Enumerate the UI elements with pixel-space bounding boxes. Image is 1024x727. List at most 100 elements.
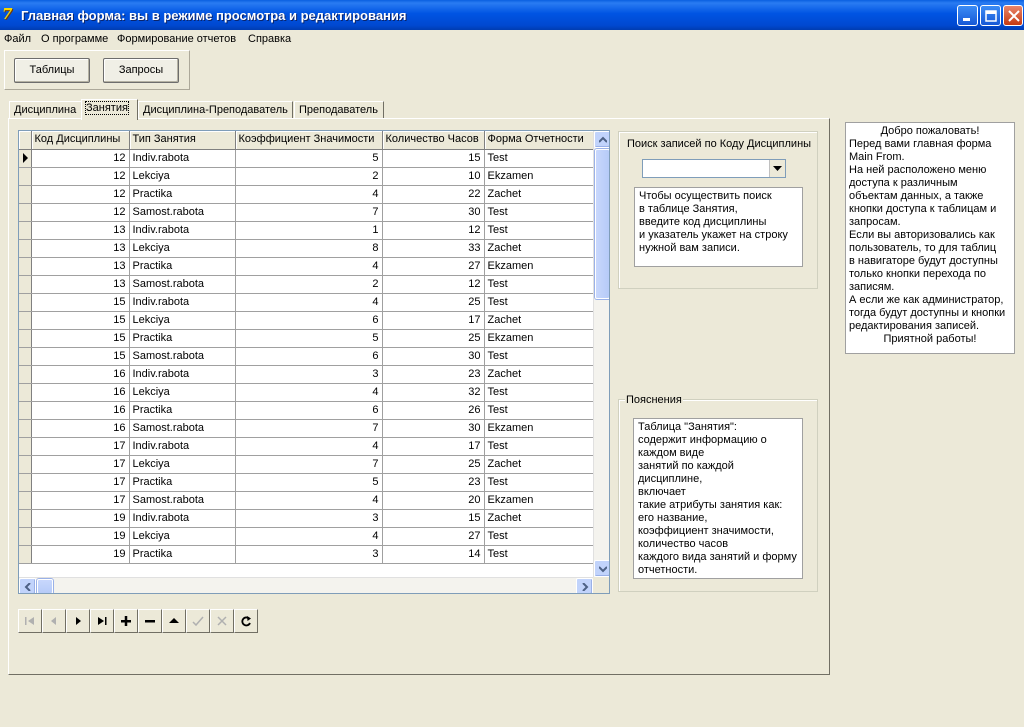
menu-file[interactable]: Файл <box>4 33 31 45</box>
grid-cell[interactable]: 6 <box>235 347 383 366</box>
grid-cell[interactable]: 6 <box>235 401 383 420</box>
row-indicator[interactable] <box>19 491 32 510</box>
grid-cell[interactable]: 17 <box>31 473 130 492</box>
row-indicator[interactable] <box>19 311 32 330</box>
grid-horizontal-scrollbar[interactable] <box>19 577 593 593</box>
grid-cell[interactable]: 15 <box>31 293 130 312</box>
column-header[interactable]: Тип Занятия <box>129 131 236 150</box>
grid-cell[interactable]: 17 <box>31 437 130 456</box>
column-header[interactable]: Форма Отчетности <box>484 131 594 150</box>
grid-cell[interactable]: 12 <box>31 149 130 168</box>
grid-cell[interactable]: Practika <box>129 473 236 492</box>
combo-dropdown-button[interactable] <box>769 160 785 177</box>
row-indicator[interactable] <box>19 329 32 348</box>
grid-cell[interactable]: 19 <box>31 509 130 528</box>
grid-cell[interactable]: 23 <box>382 365 485 384</box>
grid-cell[interactable]: 5 <box>235 149 383 168</box>
grid-cell[interactable]: Samost.rabota <box>129 347 236 366</box>
grid-cell[interactable]: 4 <box>235 437 383 456</box>
grid-cell[interactable]: Zachet <box>484 239 594 258</box>
grid-cell[interactable]: 16 <box>31 383 130 402</box>
search-hint-memo[interactable]: Чтобы осуществить поиск в таблице Заняти… <box>634 187 803 267</box>
table-row[interactable]: 17 Indiv.rabota 4 17 Test <box>19 437 594 456</box>
nav-insert-button[interactable] <box>114 609 138 633</box>
grid-cell[interactable]: Samost.rabota <box>129 275 236 294</box>
table-row[interactable]: 15 Indiv.rabota 4 25 Test <box>19 293 594 312</box>
grid-cell[interactable]: 17 <box>382 311 485 330</box>
grid-cell[interactable]: Practika <box>129 257 236 276</box>
grid-cell[interactable]: 17 <box>31 455 130 474</box>
grid-cell[interactable]: 20 <box>382 491 485 510</box>
table-row[interactable]: 13 Indiv.rabota 1 12 Test <box>19 221 594 240</box>
menu-reports[interactable]: Формирование отчетов <box>117 33 236 45</box>
grid-cell[interactable]: Indiv.rabota <box>129 293 236 312</box>
grid-cell[interactable]: 27 <box>382 257 485 276</box>
table-row[interactable]: 13 Practika 4 27 Ekzamen <box>19 257 594 276</box>
grid-cell[interactable]: Indiv.rabota <box>129 149 236 168</box>
grid-cell[interactable]: 6 <box>235 311 383 330</box>
grid-cell[interactable]: 4 <box>235 491 383 510</box>
grid-cell[interactable]: 13 <box>31 257 130 276</box>
grid-cell[interactable]: 19 <box>31 527 130 546</box>
row-indicator[interactable] <box>19 419 32 438</box>
grid-cell[interactable]: 16 <box>31 401 130 420</box>
nav-delete-button[interactable] <box>138 609 162 633</box>
scroll-up-button[interactable] <box>594 131 609 148</box>
table-row[interactable]: 16 Practika 6 26 Test <box>19 401 594 420</box>
close-button[interactable] <box>1003 5 1023 26</box>
grid-cell[interactable]: Test <box>484 401 594 420</box>
grid-cell[interactable]: Samost.rabota <box>129 491 236 510</box>
table-row[interactable]: 15 Practika 5 25 Ekzamen <box>19 329 594 348</box>
grid-cell[interactable]: Lekciya <box>129 311 236 330</box>
table-row[interactable]: 17 Samost.rabota 4 20 Ekzamen <box>19 491 594 510</box>
grid-cell[interactable]: 25 <box>382 293 485 312</box>
grid-cell[interactable]: 4 <box>235 293 383 312</box>
grid-cell[interactable]: 30 <box>382 203 485 222</box>
grid-cell[interactable]: Ekzamen <box>484 167 594 186</box>
tab-classes[interactable]: Занятия <box>81 99 138 120</box>
row-indicator[interactable] <box>19 185 32 204</box>
row-indicator[interactable] <box>19 473 32 492</box>
grid-cell[interactable]: 12 <box>31 185 130 204</box>
scroll-right-button[interactable] <box>576 578 593 593</box>
grid-cell[interactable]: Indiv.rabota <box>129 509 236 528</box>
grid-cell[interactable]: Zachet <box>484 455 594 474</box>
grid-cell[interactable]: Test <box>484 527 594 546</box>
grid-cell[interactable]: Practika <box>129 329 236 348</box>
grid-cell[interactable]: 4 <box>235 383 383 402</box>
grid-cell[interactable]: 4 <box>235 257 383 276</box>
table-row[interactable]: 15 Lekciya 6 17 Zachet <box>19 311 594 330</box>
grid-cell[interactable]: 16 <box>31 365 130 384</box>
grid-cell[interactable]: Ekzamen <box>484 419 594 438</box>
queries-button[interactable]: Запросы <box>103 58 179 83</box>
grid-cell[interactable]: 16 <box>31 419 130 438</box>
column-header[interactable]: Код Дисциплины <box>31 131 130 150</box>
grid-cell[interactable]: 19 <box>31 545 130 564</box>
grid-cell[interactable]: 7 <box>235 419 383 438</box>
grid-cell[interactable]: 27 <box>382 527 485 546</box>
grid-cell[interactable]: Zachet <box>484 365 594 384</box>
table-row[interactable]: 12 Indiv.rabota 5 15 Test <box>19 149 594 168</box>
grid-cell[interactable]: 26 <box>382 401 485 420</box>
grid-cell[interactable]: Test <box>484 473 594 492</box>
grid-cell[interactable]: 32 <box>382 383 485 402</box>
grid-cell[interactable]: Practika <box>129 545 236 564</box>
table-row[interactable]: 15 Samost.rabota 6 30 Test <box>19 347 594 366</box>
tables-button[interactable]: Таблицы <box>14 58 90 83</box>
grid-cell[interactable]: 33 <box>382 239 485 258</box>
menu-about[interactable]: О программе <box>41 33 108 45</box>
grid-cell[interactable]: 1 <box>235 221 383 240</box>
grid-cell[interactable]: 15 <box>31 311 130 330</box>
grid-cell[interactable]: Indiv.rabota <box>129 437 236 456</box>
grid-cell[interactable]: 23 <box>382 473 485 492</box>
scroll-thumb-vertical[interactable] <box>595 149 609 299</box>
row-indicator[interactable] <box>19 203 32 222</box>
row-indicator[interactable] <box>19 275 32 294</box>
grid-cell[interactable]: Test <box>484 275 594 294</box>
grid-cell[interactable]: 2 <box>235 167 383 186</box>
grid-cell[interactable]: Test <box>484 545 594 564</box>
tab-discipline-teacher[interactable]: Дисциплина-Преподаватель <box>138 101 293 119</box>
column-header[interactable]: Коэффициент Значимости <box>235 131 383 150</box>
grid-cell[interactable]: 7 <box>235 455 383 474</box>
grid-cell[interactable]: 12 <box>382 221 485 240</box>
